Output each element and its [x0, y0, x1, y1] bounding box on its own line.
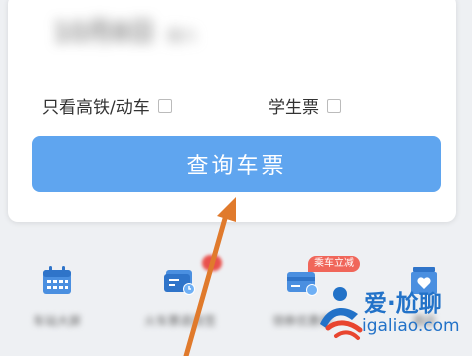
student-ticket-label: 学生票 — [268, 98, 319, 118]
quick-link-label: 火车票退改签 — [143, 314, 216, 328]
high-speed-only-label: 只看高铁/动车 — [42, 98, 150, 118]
student-ticket-checkbox[interactable] — [327, 98, 341, 113]
high-speed-only-option[interactable]: 只看高铁/动车 — [42, 93, 172, 118]
date-main-text: 10月8日 — [53, 18, 155, 48]
watermark-logo-icon — [320, 287, 363, 340]
search-options: 只看高铁/动车 学生票 — [32, 93, 412, 118]
quick-link-refund-change[interactable]: 火车票退改签 — [140, 264, 220, 329]
site-watermark: 爱·尬聊 igaliao.com — [312, 280, 472, 350]
watermark-url-text: igaliao.com — [362, 316, 460, 336]
watermark-cn-text: 爱·尬聊 — [364, 291, 442, 317]
quick-link-label: 车站大屏 — [32, 314, 81, 328]
query-tickets-button[interactable]: 查询车票 — [32, 136, 441, 192]
departure-date[interactable]: 10月8日 周六 — [53, 12, 197, 49]
quick-link-station-screen[interactable]: 车站大屏 — [17, 264, 97, 329]
high-speed-only-checkbox[interactable] — [157, 98, 172, 113]
date-weekday-text: 周六 — [166, 27, 197, 45]
calendar-icon — [39, 264, 75, 298]
notification-badge — [202, 255, 222, 271]
promo-badge: 乘车立减 — [308, 256, 360, 272]
ticket-icon — [162, 264, 198, 298]
student-ticket-option[interactable]: 学生票 — [268, 93, 341, 118]
